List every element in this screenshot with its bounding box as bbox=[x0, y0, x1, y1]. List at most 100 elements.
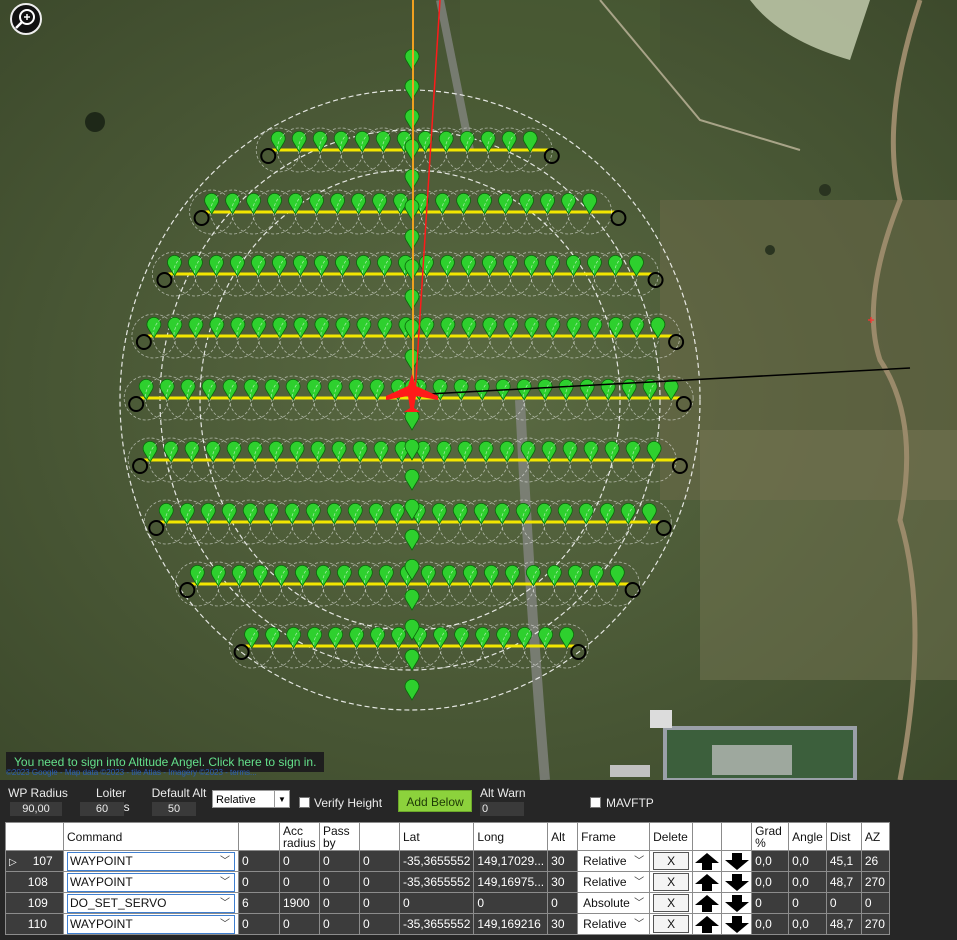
satellite-imagery bbox=[0, 0, 957, 780]
acc-radius-cell[interactable]: 0 bbox=[279, 850, 320, 872]
lat-cell[interactable]: -35,3655552 bbox=[398, 871, 475, 893]
arrow-up-icon[interactable] bbox=[694, 873, 720, 892]
altitude-frame-select[interactable]: Relative ▼ bbox=[212, 790, 290, 808]
param1-cell[interactable]: 0 bbox=[238, 850, 280, 872]
table-row[interactable]: ▷ 107 WAYPOINT ﹀ 0 0 0 0 -35,3655552 149,17029...… bbox=[5, 850, 890, 872]
command-dropdown[interactable]: WAYPOINT ﹀ bbox=[67, 872, 235, 892]
map-view[interactable]: You need to sign into Altitude Angel. Cl… bbox=[0, 0, 957, 780]
pass-by-cell[interactable]: 0 bbox=[319, 913, 360, 935]
altitude-frame-value: Relative bbox=[216, 794, 256, 806]
header-angle[interactable]: Angle bbox=[788, 822, 827, 851]
arrow-down-icon[interactable] bbox=[724, 852, 750, 871]
param1-cell[interactable]: 0 bbox=[238, 913, 280, 935]
alt-warn-field[interactable]: 0 bbox=[480, 802, 524, 816]
table-row[interactable]: 109 DO_SET_SERVO ﹀ 6 1900 0 0 0 0 0 Absolute ﹀ X 0 0 0 0 bbox=[5, 892, 890, 914]
loiter-radius-field[interactable]: 60 bbox=[80, 802, 124, 816]
command-dropdown[interactable]: DO_SET_SERVO ﹀ bbox=[67, 893, 235, 913]
param4-cell[interactable]: 0 bbox=[359, 892, 400, 914]
alt-cell[interactable]: 0 bbox=[547, 892, 579, 914]
lat-cell[interactable]: -35,3655552 bbox=[398, 913, 475, 935]
zoom-magnifier-button[interactable] bbox=[10, 3, 42, 35]
lat-cell[interactable]: -35,3655552 bbox=[398, 850, 475, 872]
frame-cell[interactable]: Absolute ﹀ bbox=[577, 892, 651, 914]
frame-cell[interactable]: Relative ﹀ bbox=[577, 871, 651, 893]
frame-dropdown[interactable]: Relative ﹀ bbox=[581, 916, 646, 933]
frame-value: Absolute bbox=[583, 895, 630, 910]
row-number[interactable]: 109 bbox=[5, 892, 64, 914]
arrow-down-icon[interactable] bbox=[724, 915, 750, 934]
lat-cell[interactable]: 0 bbox=[398, 892, 475, 914]
header-long[interactable]: Long bbox=[473, 822, 549, 851]
command-dropdown[interactable]: WAYPOINT ﹀ bbox=[67, 914, 235, 934]
frame-dropdown[interactable]: Absolute ﹀ bbox=[581, 895, 646, 912]
dist-cell: 0 bbox=[825, 892, 862, 914]
long-cell[interactable]: 0 bbox=[473, 892, 549, 914]
dist-cell: 45,1 bbox=[825, 850, 862, 872]
long-cell[interactable]: 149,16975... bbox=[473, 871, 549, 893]
alt-cell[interactable]: 30 bbox=[547, 850, 579, 872]
pass-by-cell[interactable]: 0 bbox=[319, 892, 360, 914]
delete-button[interactable]: X bbox=[653, 852, 690, 870]
arrow-down-icon[interactable] bbox=[724, 894, 750, 913]
param1-cell[interactable]: 6 bbox=[238, 892, 280, 914]
row-pointer-icon: ▷ bbox=[9, 857, 17, 868]
alt-cell[interactable]: 30 bbox=[547, 871, 579, 893]
frame-dropdown[interactable]: Relative ﹀ bbox=[581, 853, 646, 870]
frame-dropdown[interactable]: Relative ﹀ bbox=[581, 874, 646, 891]
az-cell: 0 bbox=[860, 892, 890, 914]
header-az[interactable]: AZ bbox=[860, 822, 890, 851]
arrow-up-icon[interactable] bbox=[694, 915, 720, 934]
delete-button[interactable]: X bbox=[653, 873, 690, 891]
command-cell[interactable]: WAYPOINT ﹀ bbox=[63, 871, 239, 893]
param4-cell[interactable]: 0 bbox=[359, 871, 400, 893]
frame-cell[interactable]: Relative ﹀ bbox=[577, 913, 651, 935]
param1-cell[interactable]: 0 bbox=[238, 871, 280, 893]
acc-radius-cell[interactable]: 0 bbox=[279, 913, 320, 935]
command-cell[interactable]: WAYPOINT ﹀ bbox=[63, 850, 239, 872]
header-pass-by[interactable]: Pass by bbox=[319, 822, 360, 851]
header-alt[interactable]: Alt bbox=[547, 822, 579, 851]
long-cell[interactable]: 149,169216 bbox=[473, 913, 549, 935]
angle-cell: 0,0 bbox=[788, 850, 827, 872]
header-down[interactable] bbox=[721, 822, 753, 851]
pass-by-cell[interactable]: 0 bbox=[319, 850, 360, 872]
header-lat[interactable]: Lat bbox=[398, 822, 475, 851]
delete-button[interactable]: X bbox=[653, 915, 690, 933]
command-dropdown[interactable]: WAYPOINT ﹀ bbox=[67, 851, 235, 871]
header-acc-radius[interactable]: Acc radius bbox=[279, 822, 320, 851]
param4-cell[interactable]: 0 bbox=[359, 850, 400, 872]
table-row[interactable]: 108 WAYPOINT ﹀ 0 0 0 0 -35,3655552 149,16975... 3… bbox=[5, 871, 890, 893]
header-param4[interactable] bbox=[359, 822, 400, 851]
mavftp-label: MAVFTP bbox=[606, 796, 654, 810]
wp-radius-field[interactable]: 90,00 bbox=[10, 802, 62, 816]
param4-cell[interactable]: 0 bbox=[359, 913, 400, 935]
long-cell[interactable]: 149,17029... bbox=[473, 850, 549, 872]
header-command[interactable]: Command bbox=[63, 822, 239, 851]
move-down-cell bbox=[721, 850, 753, 872]
header-delete[interactable]: Delete bbox=[649, 822, 694, 851]
add-below-button[interactable]: Add Below bbox=[398, 790, 472, 812]
verify-height-checkbox[interactable] bbox=[299, 797, 310, 808]
arrow-up-icon[interactable] bbox=[694, 894, 720, 913]
alt-cell[interactable]: 30 bbox=[547, 913, 579, 935]
pass-by-cell[interactable]: 0 bbox=[319, 871, 360, 893]
header-dist[interactable]: Dist bbox=[825, 822, 862, 851]
command-cell[interactable]: DO_SET_SERVO ﹀ bbox=[63, 892, 239, 914]
row-number[interactable]: 108 bbox=[5, 871, 64, 893]
mavftp-checkbox[interactable] bbox=[590, 797, 601, 808]
header-frame[interactable]: Frame bbox=[577, 822, 651, 851]
arrow-down-icon[interactable] bbox=[724, 873, 750, 892]
acc-radius-cell[interactable]: 0 bbox=[279, 871, 320, 893]
header-grad[interactable]: Grad % bbox=[751, 822, 790, 851]
row-number[interactable]: 110 bbox=[5, 913, 64, 935]
acc-radius-cell[interactable]: 1900 bbox=[279, 892, 320, 914]
arrow-up-icon[interactable] bbox=[694, 852, 720, 871]
header-up[interactable] bbox=[692, 822, 723, 851]
row-number[interactable]: ▷ 107 bbox=[5, 850, 64, 872]
command-cell[interactable]: WAYPOINT ﹀ bbox=[63, 913, 239, 935]
table-row[interactable]: 110 WAYPOINT ﹀ 0 0 0 0 -35,3655552 149,169216 30 R… bbox=[5, 913, 890, 935]
header-param1[interactable] bbox=[238, 822, 280, 851]
default-alt-field[interactable]: 50 bbox=[152, 802, 196, 816]
frame-cell[interactable]: Relative ﹀ bbox=[577, 850, 651, 872]
delete-button[interactable]: X bbox=[653, 894, 690, 912]
